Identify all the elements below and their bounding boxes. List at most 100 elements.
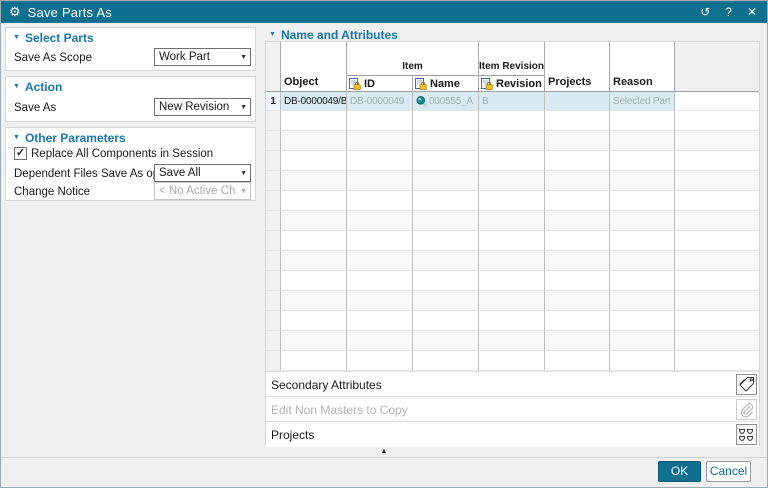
save-as-scope-select[interactable]: Work Part ▼: [154, 48, 251, 66]
object-cell[interactable]: DB-0000049/B;1: [281, 92, 347, 111]
dialog-titlebar[interactable]: ⚙ Save Parts As ↺ ? ✕: [1, 1, 767, 23]
collapse-arrow-icon: ▲: [381, 448, 388, 455]
name-cell: [413, 171, 479, 191]
attributes-table: Object Item: [266, 42, 759, 371]
projects-cell: [545, 271, 610, 291]
row-number-cell: [266, 351, 281, 371]
table-empty-row[interactable]: [266, 351, 759, 371]
object-cell: [281, 311, 347, 331]
revision-cell: [479, 351, 545, 371]
projects-cell: [545, 231, 610, 251]
chevron-down-icon: ▼: [240, 104, 247, 111]
projects-cell: [545, 171, 610, 191]
close-icon[interactable]: ✕: [747, 1, 757, 23]
name-cell: [413, 131, 479, 151]
save-as-select[interactable]: New Revision ▼: [154, 98, 251, 116]
row-number-cell: [266, 271, 281, 291]
projects-button[interactable]: [736, 424, 757, 445]
column-header-object: Object: [281, 42, 347, 91]
cancel-button[interactable]: Cancel: [706, 461, 751, 482]
ok-button[interactable]: OK: [658, 461, 701, 482]
column-header-revision: Revision: [479, 76, 544, 91]
filler-cell: [675, 331, 759, 351]
group-header-select-parts[interactable]: ▼ Select Parts: [13, 31, 94, 45]
row-number-cell: [266, 251, 281, 271]
item-group-label: Item: [347, 42, 478, 76]
table-empty-row[interactable]: [266, 251, 759, 271]
dialog-footer: OK Cancel: [1, 457, 767, 488]
column-label: Object: [284, 76, 318, 88]
reset-icon[interactable]: ↺: [700, 1, 710, 23]
dependent-files-select[interactable]: Save All ▼: [154, 164, 251, 182]
group-header-action[interactable]: ▼ Action: [13, 80, 62, 94]
lock-icon: [481, 78, 493, 90]
reason-cell: [610, 331, 675, 351]
reason-cell: [610, 311, 675, 331]
filler-cell: [675, 351, 759, 371]
projects-row: Projects: [266, 421, 759, 447]
table-empty-row[interactable]: [266, 131, 759, 151]
object-cell: [281, 251, 347, 271]
chevron-down-icon: ▼: [240, 54, 247, 61]
reason-cell: [610, 291, 675, 311]
selected-value: Work Part: [159, 51, 210, 63]
reason-cell: [610, 211, 675, 231]
name-cell[interactable]: 000555_A: [413, 92, 479, 111]
secondary-attributes-row: Secondary Attributes: [266, 371, 759, 397]
revision-cell: [479, 151, 545, 171]
object-cell: [281, 151, 347, 171]
change-notice-label: Change Notice: [14, 183, 90, 201]
filler-cell: [675, 271, 759, 291]
dialog-collapse-handle[interactable]: ▲: [1, 446, 767, 457]
table-empty-row[interactable]: [266, 111, 759, 131]
id-cell: [347, 351, 413, 371]
row-number-cell: 1: [266, 92, 281, 111]
table-empty-row[interactable]: [266, 151, 759, 171]
save-parts-as-dialog: ⚙ Save Parts As ↺ ? ✕ ▼ Select Parts Sav…: [0, 0, 768, 488]
replace-all-components-checkbox[interactable]: ✓: [14, 147, 27, 160]
group-name-and-attributes: Object Item: [265, 41, 760, 446]
revision-cell: [479, 291, 545, 311]
row-number-cell: [266, 311, 281, 331]
row-number-cell: [266, 291, 281, 311]
group-header-other-parameters[interactable]: ▼ Other Parameters: [13, 131, 126, 145]
name-cell: [413, 271, 479, 291]
row-number-cell: [266, 131, 281, 151]
table-row-selected[interactable]: 1 DB-0000049/B;1 DB-0000049 000555_A B S…: [266, 92, 759, 111]
filler-cell: [675, 231, 759, 251]
secondary-attributes-label: Secondary Attributes: [271, 378, 382, 392]
group-title: Select Parts: [25, 31, 94, 45]
secondary-attributes-button[interactable]: [736, 374, 757, 395]
reason-cell: Selected Part: [610, 92, 675, 111]
revision-cell[interactable]: B: [479, 92, 545, 111]
id-cell[interactable]: DB-0000049: [347, 92, 413, 111]
projects-cell: [545, 211, 610, 231]
group-header-name-and-attributes[interactable]: ▼ Name and Attributes: [269, 28, 398, 42]
object-cell: [281, 131, 347, 151]
chevron-down-icon: ▼: [13, 82, 20, 92]
group-title: Action: [25, 80, 62, 94]
id-cell: [347, 331, 413, 351]
table-empty-row[interactable]: [266, 171, 759, 191]
lock-icon: [349, 78, 361, 90]
edit-non-masters-button[interactable]: [736, 399, 757, 420]
change-notice-select[interactable]: < No Active Change ▼: [154, 182, 251, 200]
table-empty-row[interactable]: [266, 231, 759, 251]
chevron-down-icon: ▼: [240, 188, 247, 195]
reason-cell: [610, 131, 675, 151]
help-icon[interactable]: ?: [725, 1, 732, 23]
edit-non-masters-row: Edit Non Masters to Copy: [266, 396, 759, 422]
table-empty-row[interactable]: [266, 271, 759, 291]
filler-cell: [675, 211, 759, 231]
id-cell: [347, 191, 413, 211]
object-cell: [281, 171, 347, 191]
table-empty-row[interactable]: [266, 211, 759, 231]
table-empty-row[interactable]: [266, 291, 759, 311]
reason-cell: [610, 351, 675, 371]
projects-cell[interactable]: [545, 92, 610, 111]
name-cell-text: 000555_A: [429, 96, 473, 107]
id-cell: [347, 151, 413, 171]
table-empty-row[interactable]: [266, 331, 759, 351]
table-empty-row[interactable]: [266, 191, 759, 211]
table-empty-row[interactable]: [266, 311, 759, 331]
